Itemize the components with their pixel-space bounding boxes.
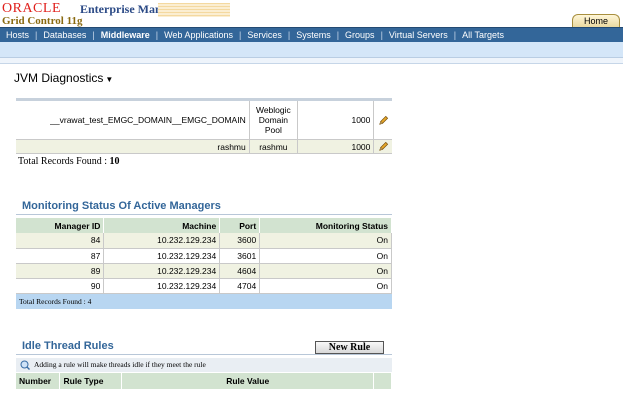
nav-web-applications[interactable]: Web Applications — [158, 30, 239, 40]
table-row: 90 10.232.129.234 4704 On — [16, 278, 392, 294]
pool-total-records: Total Records Found : 10 — [18, 156, 120, 167]
managers-total-records: Total Records Found : 4 — [16, 293, 392, 309]
managers-section-title: Monitoring Status Of Active Managers — [22, 200, 221, 212]
pool-name: rashmu — [16, 139, 250, 155]
idle-rules-section-title: Idle Thread Rules — [22, 340, 114, 352]
pool-type: rashmu — [249, 139, 298, 155]
section-divider — [16, 354, 392, 355]
nav-systems[interactable]: Systems — [290, 30, 337, 40]
monitoring-status: On — [259, 278, 392, 294]
table-header-row: Number Rule Type Rule Value — [16, 373, 392, 389]
col-machine[interactable]: Machine — [103, 218, 221, 233]
main-nav: Hosts | Databases | Middleware | Web Applic… — [0, 27, 623, 42]
port: 3601 — [219, 248, 261, 264]
machine: 10.232.129.234 — [103, 248, 221, 264]
header-brand: ORACLE Enterprise Manager Grid Control 1… — [0, 0, 623, 28]
pool-name: __vrawat_test_EMGC_DOMAIN__EMGC_DOMAIN — [16, 99, 250, 140]
pool-table: __vrawat_test_EMGC_DOMAIN__EMGC_DOMAIN W… — [16, 98, 392, 155]
manager-id: 89 — [16, 263, 105, 279]
total-label: Total Records Found : — [18, 156, 108, 167]
new-rule-button[interactable]: New Rule — [315, 341, 384, 354]
monitoring-status: On — [259, 233, 392, 249]
product-subtitle: Grid Control 11g — [2, 15, 83, 27]
col-port[interactable]: Port — [219, 218, 261, 233]
page-title: JVM Diagnostics — [14, 71, 104, 85]
nav-services[interactable]: Services — [241, 30, 288, 40]
total-count: 10 — [109, 156, 120, 167]
table-header-row: Manager ID Machine Port Monitoring Statu… — [16, 218, 392, 233]
machine: 10.232.129.234 — [103, 278, 221, 294]
section-divider — [16, 214, 392, 215]
nav-middleware[interactable]: Middleware — [95, 30, 156, 40]
nav-virtual-servers[interactable]: Virtual Servers — [383, 30, 454, 40]
pool-value: 1000 — [297, 99, 375, 140]
pencil-icon[interactable] — [378, 115, 389, 126]
nav-databases[interactable]: Databases — [37, 30, 92, 40]
sub-nav-bar — [0, 42, 623, 58]
table-row: 87 10.232.129.234 3601 On — [16, 248, 392, 264]
table-row: rashmu rashmu 1000 — [16, 139, 392, 155]
managers-table: Manager ID Machine Port Monitoring Statu… — [16, 218, 392, 309]
tip-text: Adding a rule will make threads idle if … — [34, 360, 206, 369]
idle-rules-tip: Adding a rule will make threads idle if … — [16, 358, 392, 372]
col-rule-type[interactable]: Rule Type — [59, 373, 123, 389]
info-lightbulb-icon — [20, 360, 30, 371]
pencil-icon[interactable] — [378, 141, 389, 152]
table-footer-row: Total Records Found : 4 — [16, 293, 392, 309]
manager-id: 87 — [16, 248, 105, 264]
col-manager-id[interactable]: Manager ID — [16, 218, 105, 233]
home-tab[interactable]: Home — [572, 14, 620, 28]
col-number[interactable]: Number — [16, 373, 61, 389]
table-row: 89 10.232.129.234 4604 On — [16, 263, 392, 279]
brand-decoration — [158, 3, 230, 17]
nav-all-targets[interactable]: All Targets — [456, 30, 510, 40]
page-title-menu[interactable]: JVM Diagnostics ▼ — [14, 71, 113, 85]
caret-down-icon: ▼ — [105, 75, 114, 84]
pool-value: 1000 — [297, 139, 375, 155]
machine: 10.232.129.234 — [103, 263, 221, 279]
pool-type: Weblogic Domain Pool — [249, 99, 298, 140]
edit-cell — [373, 139, 392, 155]
sub-nav-shadow — [0, 58, 623, 64]
table-row: 84 10.232.129.234 3600 On — [16, 233, 392, 249]
col-rule-value[interactable]: Rule Value — [121, 373, 374, 389]
edit-cell — [373, 99, 392, 140]
machine: 10.232.129.234 — [103, 233, 221, 249]
monitoring-status: On — [259, 263, 392, 279]
port: 3600 — [219, 233, 261, 249]
nav-hosts[interactable]: Hosts — [0, 30, 35, 40]
port: 4604 — [219, 263, 261, 279]
manager-id: 90 — [16, 278, 105, 294]
port: 4704 — [219, 278, 261, 294]
manager-id: 84 — [16, 233, 105, 249]
table-row: __vrawat_test_EMGC_DOMAIN__EMGC_DOMAIN W… — [16, 99, 392, 140]
monitoring-status: On — [259, 248, 392, 264]
col-monitoring-status[interactable]: Monitoring Status — [259, 218, 392, 233]
col-actions — [373, 373, 392, 389]
nav-groups[interactable]: Groups — [339, 30, 381, 40]
idle-rules-table: Number Rule Type Rule Value — [16, 373, 392, 389]
